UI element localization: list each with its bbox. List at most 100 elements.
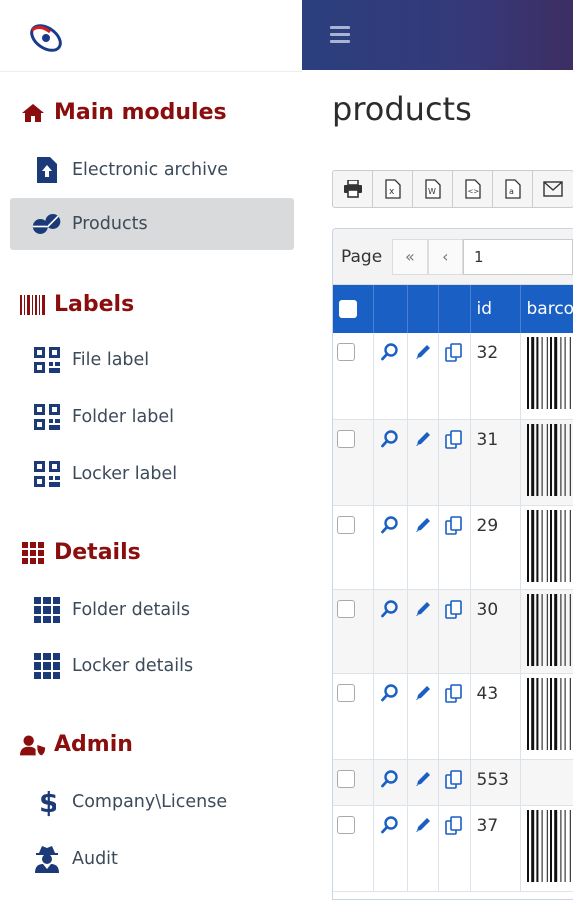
user-shield-icon — [20, 733, 46, 757]
copy-icon[interactable] — [439, 683, 470, 704]
file-upload-icon — [32, 155, 62, 185]
copy-icon[interactable] — [439, 815, 470, 836]
copy-icon[interactable] — [439, 599, 470, 620]
row-select-cell — [333, 673, 374, 760]
search-icon[interactable] — [374, 343, 407, 361]
text-export-icon[interactable]: a — [493, 171, 533, 207]
sidebar-item-label: Electronic archive — [72, 160, 229, 180]
pencil-icon[interactable] — [408, 816, 438, 834]
copy-cell — [438, 333, 471, 420]
hamburger-icon[interactable] — [330, 26, 350, 44]
id-cell: 37 — [470, 805, 521, 892]
page-number-input[interactable] — [463, 238, 573, 275]
copy-icon[interactable] — [439, 769, 470, 790]
qrcode-icon — [32, 459, 62, 489]
copy-icon[interactable] — [439, 515, 470, 536]
row-checkbox[interactable] — [337, 769, 355, 788]
search-icon[interactable] — [374, 515, 407, 534]
row-checkbox[interactable] — [337, 429, 355, 448]
barcode-cell — [520, 805, 573, 892]
row-select-cell — [333, 805, 374, 892]
edit-cell — [407, 333, 439, 420]
sidebar-item-label: Audit — [72, 849, 118, 869]
row-select-cell — [333, 333, 374, 420]
row-select-cell — [333, 759, 374, 806]
sidebar-item-audit[interactable]: Audit — [10, 833, 294, 885]
print-icon[interactable] — [333, 171, 373, 207]
home-icon — [20, 101, 46, 125]
pager: Page « ‹ — [333, 229, 573, 285]
pencil-icon[interactable] — [408, 516, 438, 534]
table-row: 29 — [333, 505, 573, 590]
section-title-details: Details — [20, 540, 141, 565]
pencil-icon[interactable] — [408, 770, 438, 788]
sidebar-item-label: Locker details — [72, 656, 194, 676]
copy-icon[interactable] — [439, 429, 470, 450]
edit-cell — [407, 505, 439, 590]
id-cell: 32 — [470, 333, 521, 420]
section-title-admin: Admin — [20, 732, 133, 757]
email-icon[interactable] — [533, 171, 573, 207]
sidebar-item-locker-label[interactable]: Locker label — [10, 448, 294, 500]
row-checkbox[interactable] — [337, 343, 355, 361]
grid-icon — [32, 651, 62, 681]
pencil-icon[interactable] — [408, 343, 438, 361]
sidebar-item-electronic-archive[interactable]: Electronic archive — [10, 144, 294, 196]
pencil-icon[interactable] — [408, 600, 438, 618]
search-icon[interactable] — [374, 429, 407, 448]
copy-cell — [438, 673, 471, 760]
select-all-checkbox[interactable] — [339, 299, 357, 318]
section-title-label: Admin — [54, 732, 133, 757]
edit-cell — [407, 759, 439, 806]
search-icon[interactable] — [374, 815, 407, 834]
sidebar-item-folder-label[interactable]: Folder label — [10, 391, 294, 443]
sidebar-item-label: Company\License — [72, 792, 228, 812]
copy-cell — [438, 505, 471, 590]
svg-text:x: x — [389, 187, 395, 197]
table-row: 30 — [333, 589, 573, 674]
sidebar: Main modules Electronic archive Products… — [0, 72, 302, 900]
word-export-icon[interactable]: W — [413, 171, 453, 207]
xml-export-icon[interactable]: <> — [453, 171, 493, 207]
export-toolbar: x W <> a — [332, 170, 573, 208]
copy-icon[interactable] — [439, 343, 470, 363]
pencil-icon[interactable] — [408, 684, 438, 702]
copy-column-header — [438, 285, 471, 333]
section-title-label: Details — [54, 540, 141, 565]
section-title-labels: Labels — [20, 292, 134, 317]
row-checkbox[interactable] — [337, 815, 355, 834]
qrcode-icon — [32, 345, 62, 375]
app-logo-icon[interactable] — [26, 20, 66, 56]
barcode-cell — [520, 759, 573, 806]
search-icon[interactable] — [374, 769, 407, 788]
sidebar-item-label: File label — [72, 350, 150, 370]
sidebar-item-file-label[interactable]: File label — [10, 334, 294, 386]
id-column-header[interactable]: id — [470, 285, 521, 333]
barcode-image — [521, 337, 573, 414]
barcode-column-header[interactable]: barco — [520, 285, 573, 333]
prev-page-button[interactable]: ‹ — [427, 238, 463, 275]
sidebar-item-products[interactable]: Products — [10, 198, 294, 250]
sidebar-item-locker-details[interactable]: Locker details — [10, 640, 294, 692]
row-select-cell — [333, 419, 374, 506]
row-checkbox[interactable] — [337, 515, 355, 534]
row-select-cell — [333, 505, 374, 590]
row-checkbox[interactable] — [337, 683, 355, 702]
pencil-icon[interactable] — [408, 430, 438, 448]
copy-cell — [438, 759, 471, 806]
search-icon[interactable] — [374, 599, 407, 618]
sidebar-item-company-license[interactable]: $ Company\License — [10, 776, 294, 828]
sidebar-item-folder-details[interactable]: Folder details — [10, 584, 294, 636]
view-cell — [373, 505, 408, 590]
search-icon[interactable] — [374, 683, 407, 702]
excel-export-icon[interactable]: x — [373, 171, 413, 207]
barcode-cell — [520, 419, 573, 506]
svg-text:<>: <> — [467, 188, 479, 196]
table-row: 43 — [333, 673, 573, 760]
row-checkbox[interactable] — [337, 599, 355, 618]
barcode-icon — [20, 293, 46, 317]
barcode-image — [521, 423, 573, 501]
user-secret-icon — [32, 844, 62, 874]
first-page-button[interactable]: « — [392, 238, 428, 275]
logo-area — [0, 0, 302, 72]
